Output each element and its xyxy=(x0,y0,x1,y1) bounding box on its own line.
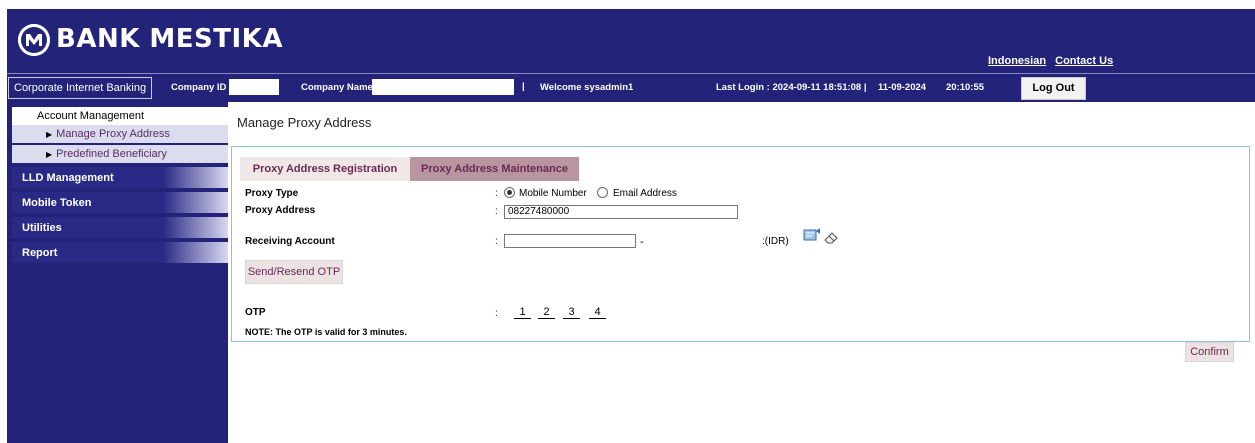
colon: : xyxy=(495,236,498,247)
app-frame: BANK MESTIKA Indonesian Contact Us Corpo… xyxy=(7,9,1255,443)
currency-label: :(IDR) xyxy=(762,236,789,247)
eraser-icon[interactable] xyxy=(824,232,838,244)
sidebar-item-label: Predefined Beneficiary xyxy=(56,148,167,160)
sidebar-item-label: Manage Proxy Address xyxy=(56,128,170,140)
confirm-button[interactable]: Confirm xyxy=(1185,342,1234,362)
sidebar: Account Management ▶ Manage Proxy Address… xyxy=(7,101,228,443)
company-id-label: Company ID xyxy=(171,82,227,93)
top-header: BANK MESTIKA Indonesian Contact Us xyxy=(7,9,1255,73)
colon: : xyxy=(495,188,498,199)
mobile-number-radio[interactable] xyxy=(504,187,515,198)
dash: - xyxy=(640,236,644,248)
contact-us-link[interactable]: Contact Us xyxy=(1055,55,1113,67)
company-name-label: Company Name xyxy=(301,82,373,93)
sidebar-item-mobile-token[interactable]: Mobile Token xyxy=(12,192,228,215)
log-out-button[interactable]: Log Out xyxy=(1021,77,1086,100)
last-login-text: Last Login : 2024-09-11 18:51:08 | xyxy=(716,82,867,93)
otp-digit-4[interactable]: 4 xyxy=(589,306,606,319)
proxy-form-panel: Proxy Address Registration Proxy Address… xyxy=(231,146,1250,342)
sidebar-item-lld-management[interactable]: LLD Management xyxy=(12,167,228,190)
proxy-address-label: Proxy Address xyxy=(245,205,316,216)
sidebar-item-manage-proxy-address[interactable]: ▶ Manage Proxy Address xyxy=(12,125,228,143)
otp-digit-1[interactable]: 1 xyxy=(514,306,531,319)
sidebar-section-account-management[interactable]: Account Management xyxy=(12,107,228,125)
triangle-right-icon: ▶ xyxy=(46,130,53,139)
otp-digit-2[interactable]: 2 xyxy=(538,306,555,319)
sidebar-item-report[interactable]: Report xyxy=(12,242,228,265)
separator: | xyxy=(522,81,525,92)
company-name-value xyxy=(372,79,514,95)
sidebar-item-utilities[interactable]: Utilities xyxy=(12,217,228,240)
page-title: Manage Proxy Address xyxy=(237,115,372,130)
separator: | xyxy=(277,81,280,92)
brand-name: BANK MESTIKA xyxy=(56,24,283,54)
current-date: 11-09-2024 xyxy=(878,82,927,93)
otp-digit-3[interactable]: 3 xyxy=(563,306,580,319)
search-account-icon[interactable] xyxy=(803,227,821,243)
sidebar-item-predefined-beneficiary[interactable]: ▶ Predefined Beneficiary xyxy=(12,145,228,163)
triangle-right-icon: ▶ xyxy=(46,150,53,159)
email-address-radio[interactable] xyxy=(597,187,608,198)
top-links: Indonesian Contact Us xyxy=(988,55,1119,67)
email-address-label: Email Address xyxy=(613,188,677,199)
proxy-type-label: Proxy Type xyxy=(245,188,299,199)
company-id-value xyxy=(229,79,279,95)
send-resend-otp-button[interactable]: Send/Resend OTP xyxy=(245,260,343,284)
colon: : xyxy=(495,206,498,217)
tab-proxy-address-maintenance[interactable]: Proxy Address Maintenance xyxy=(410,157,579,181)
mobile-number-label: Mobile Number xyxy=(519,188,587,199)
proxy-address-input[interactable]: 08227480000 xyxy=(504,205,738,219)
tab-proxy-address-registration[interactable]: Proxy Address Registration xyxy=(240,157,410,181)
info-bar: Corporate Internet Banking Company ID | … xyxy=(7,73,1255,102)
colon: : xyxy=(495,308,498,319)
welcome-text: Welcome sysadmin1 xyxy=(540,82,634,93)
app-name: Corporate Internet Banking xyxy=(8,77,153,99)
bank-logo-icon xyxy=(18,24,50,56)
otp-validity-note: NOTE: The OTP is valid for 3 minutes. xyxy=(245,327,407,337)
otp-label: OTP xyxy=(245,307,266,318)
language-link[interactable]: Indonesian xyxy=(988,55,1046,67)
receiving-account-input[interactable] xyxy=(504,234,636,248)
current-time: 20:10:55 xyxy=(946,82,985,93)
receiving-account-label: Receiving Account xyxy=(245,236,335,247)
